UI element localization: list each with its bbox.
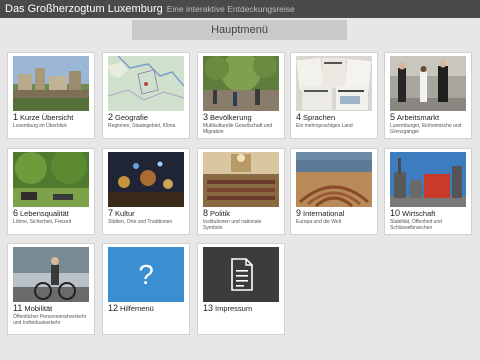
top-bar: Das Großherzogtum Luxemburg Eine interak…: [0, 0, 480, 18]
app-title: Das Großherzogtum Luxemburg: [5, 3, 163, 15]
tile-title: Politik: [210, 209, 231, 218]
tile-title: Lebensqualität: [20, 209, 69, 218]
tile-sprachen[interactable]: 4 Sprachen Ein mehrsprachiges Land: [290, 52, 378, 139]
tile-title: International: [303, 209, 345, 218]
tile-title: Arbeitsmarkt: [397, 113, 440, 122]
tile-title: Mobilität: [24, 304, 53, 313]
night-lights-photo: [108, 152, 184, 207]
newspapers-photo: [296, 56, 372, 111]
tile-bevoelkerung[interactable]: 3 Bevölkerung Multikulturelle Gesellschaf…: [197, 52, 285, 139]
tile-international[interactable]: 9 International Europa und die Welt: [290, 148, 378, 235]
tile-politik[interactable]: 8 Politik Institutionen und nationale Sym…: [197, 148, 285, 235]
tile-title: Hilfemenü: [120, 304, 154, 313]
tile-geografie[interactable]: 2 Geografie Regionen, Staatsgebiet, Klima: [102, 52, 190, 139]
tile-title: Geografie: [115, 113, 148, 122]
tile-kultur[interactable]: 7 Kultur Stätten, Orte und Traditionen: [102, 148, 190, 235]
tile-subtitle: Löhne, Sicherheit, Freizeit: [13, 219, 72, 225]
tile-title: Kultur: [115, 209, 135, 218]
tile-subtitle: Regionen, Staatsgebiet, Klima: [108, 123, 176, 129]
tile-subtitle: Multikulturelle Gesellschaft und Migrati…: [203, 123, 273, 135]
app-subtitle: Eine interaktive Entdeckungsreise: [166, 4, 295, 14]
tile-impressum[interactable]: 13 Impressum: [197, 243, 285, 335]
tile-subtitle: Luxemburg im Überblick: [13, 123, 67, 129]
walking-people-photo: [390, 56, 466, 111]
tile-subtitle: Institutionen und nationale Symbole: [203, 219, 262, 231]
cyclist-photo: [13, 247, 89, 302]
tile-lebensqualitaet[interactable]: 6 Lebensqualität Löhne, Sicherheit, Freiz…: [7, 148, 95, 235]
industrial-photo: [390, 152, 466, 207]
tile-subtitle: Öffentlicher Personennahverkehr und Indi…: [13, 314, 87, 326]
city-panorama-photo: [13, 56, 89, 111]
tile-title: Kurze Übersicht: [20, 113, 74, 122]
tile-kurze-uebersicht[interactable]: 1 Kurze Übersicht Luxemburg im Überblick: [7, 52, 95, 139]
tile-title: Impressum: [215, 304, 253, 313]
tile-wirtschaft[interactable]: 10 Wirtschaft Stabilität, Offenheit und S…: [384, 148, 472, 235]
tile-subtitle: Ein mehrsprachiges Land: [296, 123, 353, 129]
tile-title: Bevölkerung: [210, 113, 252, 122]
main-menu-header: Hauptmenü: [132, 20, 347, 40]
tile-title: Sprachen: [303, 113, 336, 122]
tile-subtitle: Europa und die Welt: [296, 219, 342, 225]
hemicycle-photo: [296, 152, 372, 207]
tile-subtitle: Stabilität, Offenheit und Schlüsselbranc…: [390, 219, 442, 231]
square-people-photo: [203, 56, 279, 111]
tile-subtitle: Luxemburger, Einheimische und Grenzgänge…: [390, 123, 462, 135]
tile-arbeitsmarkt[interactable]: 5 Arbeitsmarkt Luxemburger, Einheimische …: [384, 52, 472, 139]
question-icon: ?: [108, 247, 184, 302]
tile-hilfemenue[interactable]: ? 12 Hilfemenü: [102, 243, 190, 335]
parliament-photo: [203, 152, 279, 207]
tile-title: Wirtschaft: [402, 209, 436, 218]
tile-mobilitaet[interactable]: 11 Mobilität Öffentlicher Personennahverk…: [7, 243, 95, 335]
park-photo: [13, 152, 89, 207]
map-photo: [108, 56, 184, 111]
tile-subtitle: Stätten, Orte und Traditionen: [108, 219, 173, 225]
document-icon: [203, 247, 279, 302]
